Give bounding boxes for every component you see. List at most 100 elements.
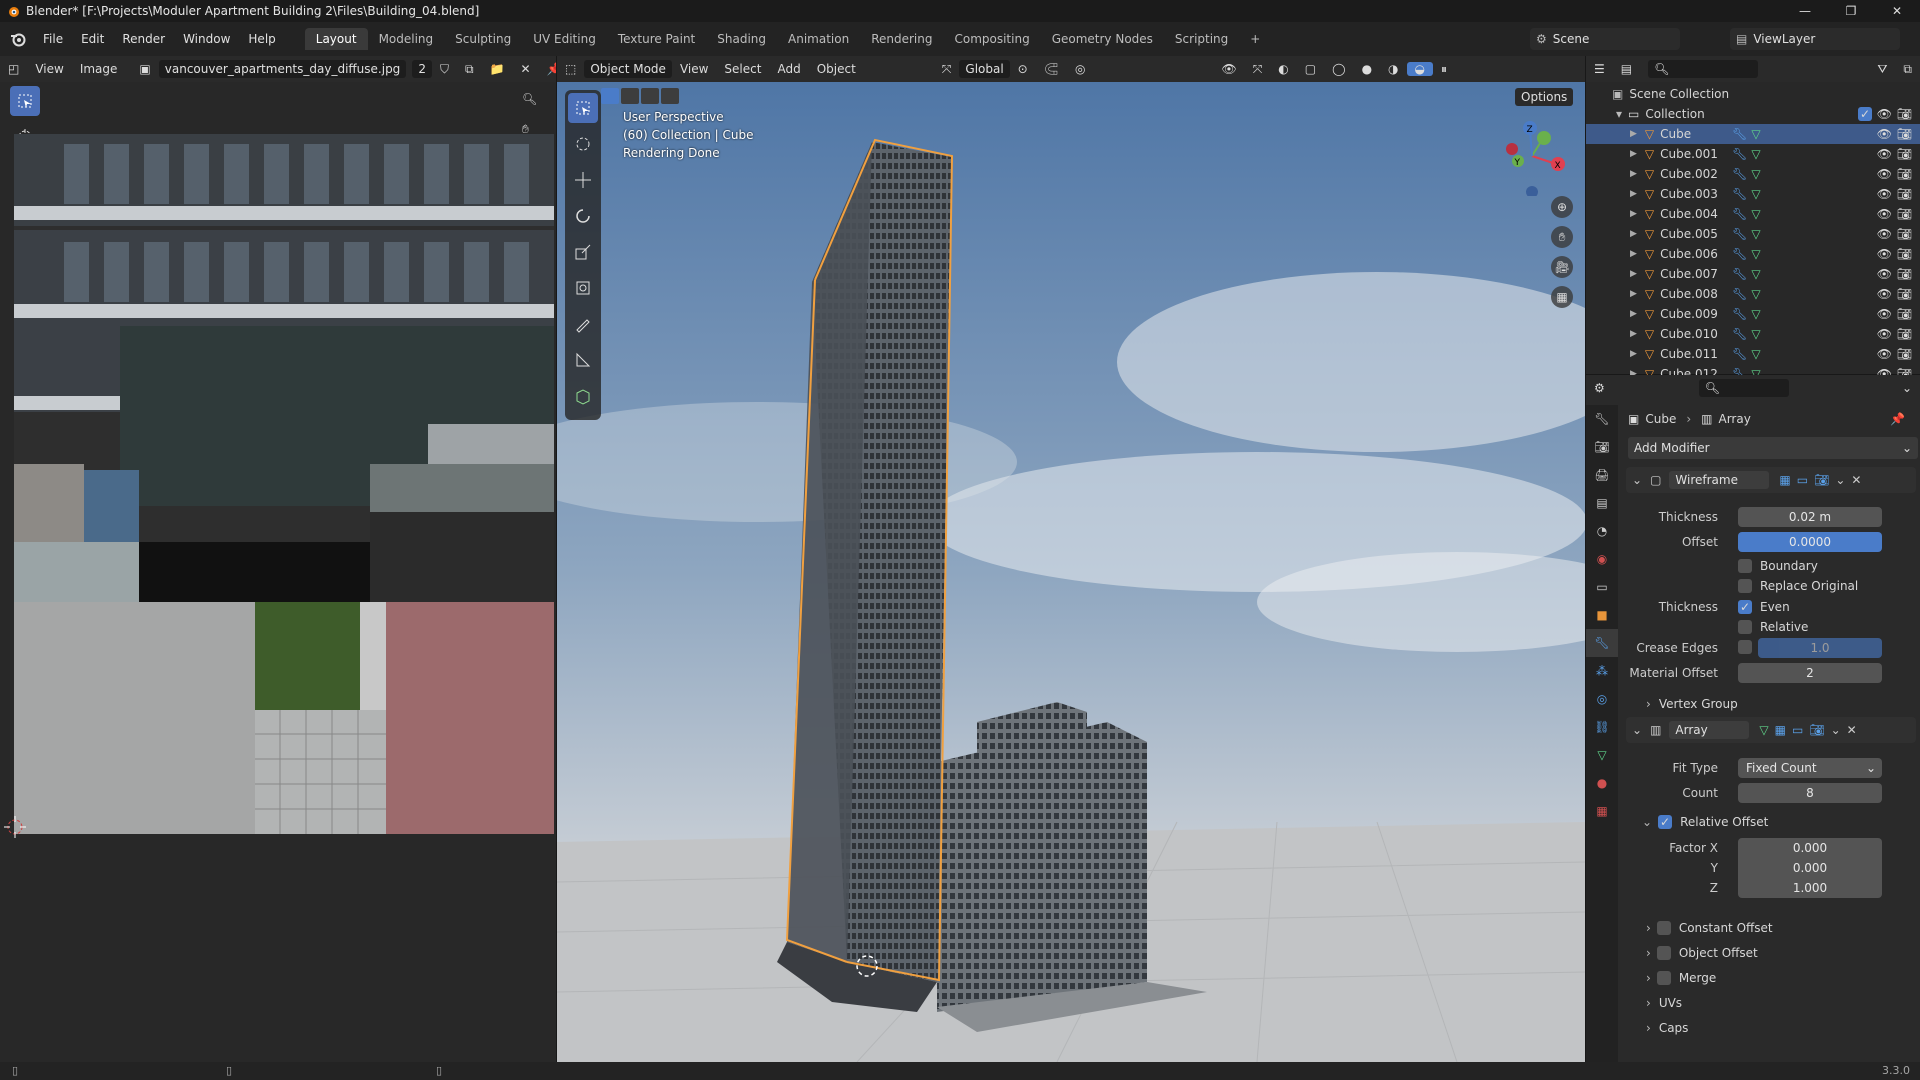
tab-layout[interactable]: Layout (304, 28, 368, 50)
overlay-toggle-icon[interactable]: ◐ (1270, 62, 1296, 76)
tab-texture-paint[interactable]: Texture Paint (607, 28, 706, 50)
outliner-object-row[interactable]: ▶ ▽ Cube.009 🔧︎ ▽ 👁︎ 📷︎ (1586, 304, 1920, 324)
xray-toggle-icon[interactable]: ▢ (1297, 62, 1324, 76)
even-checkbox[interactable]: ✓ (1738, 600, 1752, 614)
scene-selector[interactable]: ⚙ Scene (1530, 28, 1680, 50)
expand-icon[interactable]: ▶ (1630, 249, 1637, 259)
visibility-icon[interactable]: 👁︎ (1877, 147, 1892, 161)
render-camera-icon[interactable]: 📷︎ (1897, 347, 1912, 361)
visibility-icon[interactable]: 👁︎ (1877, 107, 1892, 121)
mesh-data-icon[interactable]: ▽ (1751, 167, 1760, 181)
viewport-menu-select[interactable]: Select (716, 62, 769, 76)
outliner-object-row[interactable]: ▶ ▽ Cube.007 🔧︎ ▽ 👁︎ 📷︎ (1586, 264, 1920, 284)
solid-shading-icon[interactable]: ● (1354, 62, 1380, 76)
pin-icon[interactable]: 📌 (1890, 412, 1905, 426)
vp-move-tool[interactable] (568, 165, 598, 195)
tab-scripting[interactable]: Scripting (1164, 28, 1239, 50)
visibility-icon[interactable]: 👁︎ (1877, 127, 1892, 141)
thickness-field[interactable]: 0.02 m (1738, 507, 1882, 527)
expand-icon[interactable]: ▶ (1630, 289, 1637, 299)
world-tab-icon[interactable]: ◉ (1586, 545, 1618, 573)
material-tab-icon[interactable]: ● (1586, 769, 1618, 797)
relative-checkbox[interactable] (1738, 620, 1752, 634)
offset-field[interactable]: 0.0000 (1738, 532, 1882, 552)
tab-compositing[interactable]: Compositing (943, 28, 1040, 50)
render-camera-icon[interactable]: 📷︎ (1897, 307, 1912, 321)
object-tab-icon[interactable]: ■ (1586, 601, 1618, 629)
view-layer-tab-icon[interactable]: ▤ (1586, 489, 1618, 517)
display-mode-icon[interactable]: ▤ (1613, 62, 1640, 76)
outliner-object-row[interactable]: ▶ ▽ Cube 🔧︎ ▽ 👁︎ 📷︎ (1586, 124, 1920, 144)
editor-type-icon[interactable]: ◰ (0, 62, 27, 76)
mesh-data-icon[interactable]: ▽ (1751, 187, 1760, 201)
image-menu-image[interactable]: Image (72, 62, 126, 76)
pivot-point-icon[interactable]: ⊙ (1010, 62, 1036, 76)
outliner-object-row[interactable]: ▶ ▽ Cube.004 🔧︎ ▽ 👁︎ 📷︎ (1586, 204, 1920, 224)
modifier-icon[interactable]: 🔧︎ (1732, 227, 1747, 241)
new-image-icon[interactable]: ⧉ (457, 62, 482, 77)
edit-mode-toggle-icon[interactable]: ▦ (1779, 473, 1790, 487)
fit-type-select[interactable]: Fixed Count ⌄ (1738, 758, 1882, 778)
menu-help[interactable]: Help (239, 32, 284, 46)
viewport-menu-add[interactable]: Add (769, 62, 808, 76)
render-camera-icon[interactable]: 📷︎ (1897, 287, 1912, 301)
viewport-menu-view[interactable]: View (672, 62, 716, 76)
boundary-option[interactable]: Boundary (1738, 556, 1818, 576)
render-camera-icon[interactable]: 📷︎ (1897, 187, 1912, 201)
visibility-icon[interactable]: 👁︎ (1877, 187, 1892, 201)
visibility-icon[interactable]: 👁︎ (1877, 307, 1892, 321)
outliner-search-input[interactable]: 🔍︎ (1648, 60, 1759, 78)
caps-panel[interactable]: › Caps (1646, 1018, 1688, 1038)
menu-file[interactable]: File (34, 32, 72, 46)
outliner-object-row[interactable]: ▶ ▽ Cube.002 🔧︎ ▽ 👁︎ 📷︎ (1586, 164, 1920, 184)
select-intersect-icon[interactable] (661, 88, 679, 104)
vp-annotate-tool[interactable] (568, 309, 598, 339)
modifier-icon[interactable]: 🔧︎ (1732, 167, 1747, 181)
wireframe-shading-icon[interactable]: ◯ (1324, 62, 1353, 76)
outliner-object-row[interactable]: ▶ ▽ Cube.010 🔧︎ ▽ 👁︎ 📷︎ (1586, 324, 1920, 344)
modifier-icon[interactable]: 🔧︎ (1732, 207, 1747, 221)
transform-orientation-select[interactable]: Global (959, 60, 1010, 78)
replace-original-option[interactable]: Replace Original (1738, 576, 1858, 596)
image-browse-icon[interactable]: ▣ (131, 62, 158, 76)
constant-offset-panel[interactable]: › Constant Offset (1646, 918, 1773, 938)
render-camera-icon[interactable]: 📷︎ (1897, 127, 1912, 141)
mesh-data-icon[interactable]: ▽ (1751, 147, 1760, 161)
physics-tab-icon[interactable]: ◎ (1586, 685, 1618, 713)
render-camera-icon[interactable]: 📷︎ (1897, 247, 1912, 261)
add-modifier-button[interactable]: Add Modifier ⌄ (1628, 437, 1918, 459)
texture-tab-icon[interactable]: ▦ (1586, 797, 1618, 825)
tab-uv-editing[interactable]: UV Editing (522, 28, 607, 50)
pan-icon[interactable]: ✋︎ (1551, 226, 1573, 248)
modifier-icon[interactable]: 🔧︎ (1732, 267, 1747, 281)
on-cage-toggle-icon[interactable]: ▽ (1759, 723, 1768, 737)
constraints-tab-icon[interactable]: ⛓︎ (1586, 713, 1618, 741)
properties-search-input[interactable]: 🔍︎ (1698, 379, 1789, 397)
render-camera-icon[interactable]: 📷︎ (1897, 227, 1912, 241)
tab-geometry-nodes[interactable]: Geometry Nodes (1041, 28, 1164, 50)
unlink-image-icon[interactable]: ✕ (513, 62, 539, 76)
tool-tab-icon[interactable]: 🔧︎ (1586, 405, 1618, 433)
properties-options-icon[interactable]: ⌄ (1894, 381, 1920, 395)
view-layer-selector[interactable]: ▤ ViewLayer (1730, 28, 1900, 50)
outliner-object-row[interactable]: ▶ ▽ Cube.008 🔧︎ ▽ 👁︎ 📷︎ (1586, 284, 1920, 304)
viewport-menu-object[interactable]: Object (809, 62, 864, 76)
properties-editor-type-icon[interactable]: ⚙ (1586, 381, 1613, 395)
tab-shading[interactable]: Shading (706, 28, 777, 50)
object-offset-checkbox[interactable] (1656, 946, 1671, 960)
relative-option[interactable]: Relative (1738, 617, 1808, 637)
mesh-data-icon[interactable]: ▽ (1751, 267, 1760, 281)
mesh-data-icon[interactable]: ▽ (1751, 247, 1760, 261)
outliner-object-row[interactable]: ▶ ▽ Cube.011 🔧︎ ▽ 👁︎ 📷︎ (1586, 344, 1920, 364)
new-collection-icon[interactable]: ⧉ (1895, 62, 1920, 77)
expand-icon[interactable]: ▶ (1630, 129, 1637, 139)
visibility-icon[interactable]: 👁︎ (1213, 62, 1244, 76)
collapse-icon[interactable]: ⌄ (1632, 473, 1642, 487)
crease-weight-field[interactable]: 1.0 (1758, 638, 1882, 658)
blender-menu-icon[interactable] (10, 31, 26, 47)
collapse-icon[interactable]: ⌄ (1632, 723, 1642, 737)
expand-icon[interactable]: ▾ (1616, 107, 1622, 121)
expand-icon[interactable]: ▶ (1630, 209, 1637, 219)
collection-row[interactable]: ▾ ▭ Collection ✓ 👁︎ 📷︎ (1586, 104, 1920, 124)
rendered-shading-icon[interactable]: ◒ (1406, 62, 1434, 76)
